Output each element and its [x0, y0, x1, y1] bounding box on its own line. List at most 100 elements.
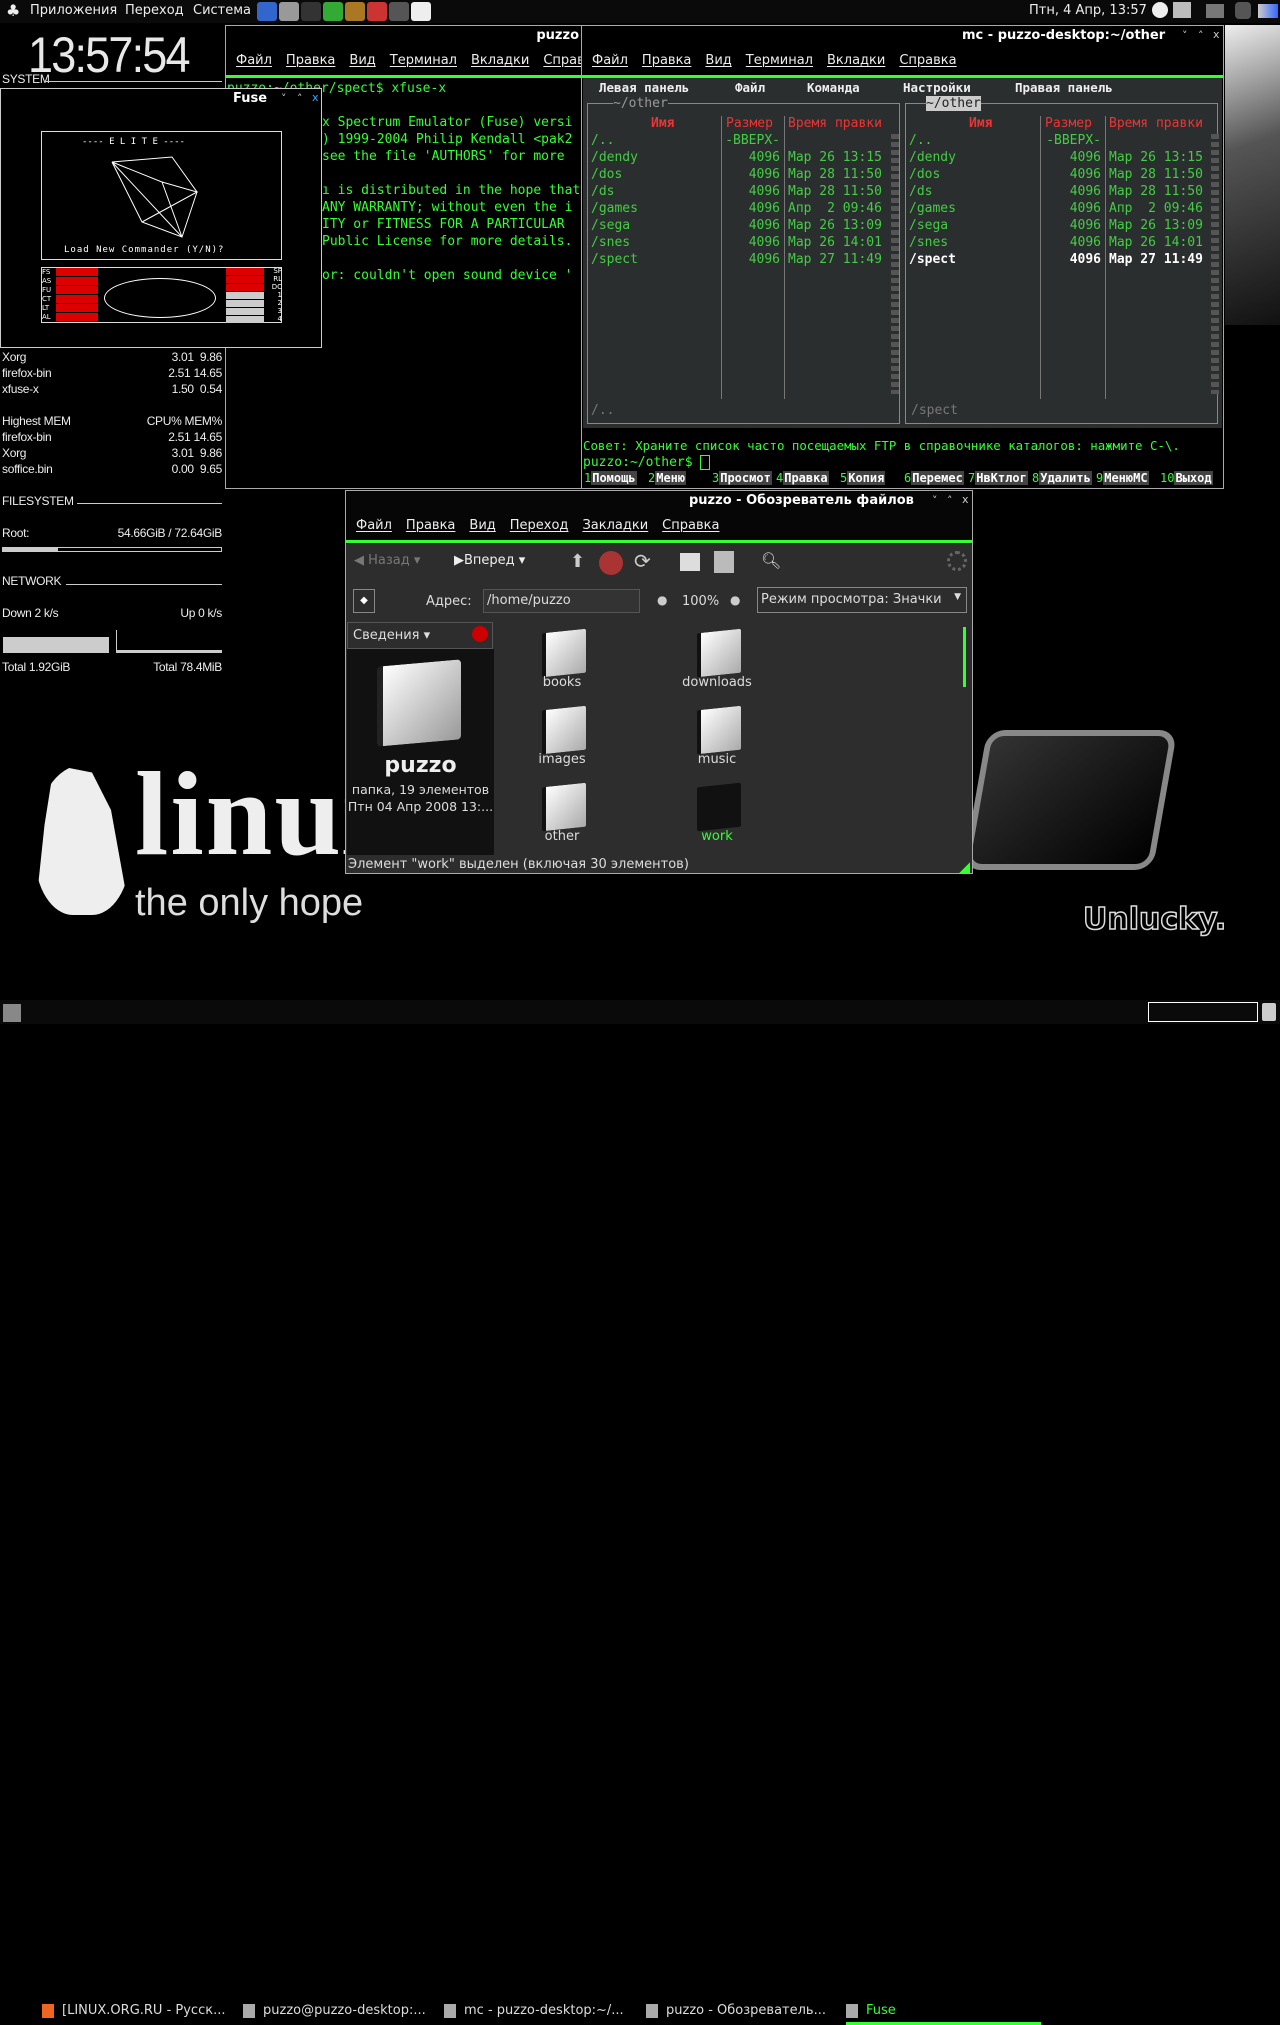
- close-sidebar-icon[interactable]: [472, 626, 488, 642]
- right-panel-row[interactable]: /dendy 4096 Мар 26 13:15: [909, 150, 1207, 167]
- search-icon[interactable]: 🔍︎: [761, 551, 781, 570]
- menu-item[interactable]: Вкладки: [827, 53, 885, 68]
- printer-icon[interactable]: [1206, 4, 1224, 18]
- mc-menu-item[interactable]: Файл: [735, 80, 765, 95]
- scrollbar[interactable]: [963, 627, 966, 687]
- taskbar-item[interactable]: Fuse: [846, 2003, 1041, 2025]
- fkey-меню[interactable]: 2Меню: [648, 471, 687, 485]
- up-icon[interactable]: ⬆: [570, 551, 585, 572]
- vmware-icon[interactable]: [389, 2, 409, 21]
- reload-icon[interactable]: ⟳: [634, 549, 651, 573]
- menu-item[interactable]: Правка: [286, 53, 335, 68]
- menu-applications[interactable]: Приложения: [30, 3, 117, 18]
- left-panel-row[interactable]: /snes 4096 Мар 26 14:01: [591, 235, 887, 252]
- close-button[interactable]: x: [1213, 28, 1220, 41]
- trash-icon[interactable]: [1262, 1003, 1276, 1021]
- right-panel-row[interactable]: /snes 4096 Мар 26 14:01: [909, 235, 1207, 252]
- taskbar-item[interactable]: puzzo@puzzo-desktop:...: [243, 2003, 438, 2025]
- menu-item[interactable]: Терминал: [746, 53, 813, 68]
- left-panel-path[interactable]: ~/other: [613, 96, 668, 111]
- address-input[interactable]: /home/puzzo: [483, 589, 640, 613]
- forward-button[interactable]: ▶Вперед ▾: [454, 553, 525, 568]
- fkey-просмот[interactable]: 3Просмот: [712, 471, 772, 485]
- fkey-менюмс[interactable]: 9МенюМС: [1096, 471, 1149, 485]
- left-panel-row[interactable]: /ds 4096 Мар 28 11:50: [591, 184, 887, 201]
- folder-item[interactable]: books: [512, 627, 612, 699]
- mc-menu-item[interactable]: Левая панель: [599, 80, 689, 95]
- sidebar-header[interactable]: Сведения ▾: [347, 622, 493, 649]
- menu-item[interactable]: Справка: [899, 53, 956, 68]
- fkey-нвктлог[interactable]: 7НвКтлог: [968, 471, 1028, 485]
- zoom-level[interactable]: 100%: [682, 594, 719, 609]
- zoom-in-icon[interactable]: ●: [730, 593, 740, 607]
- dosbox-icon[interactable]: [345, 2, 365, 21]
- column-header-time[interactable]: Время правки: [1109, 116, 1203, 131]
- panel-clock[interactable]: Птн, 4 Апр, 13:57: [1029, 3, 1147, 18]
- column-header-size[interactable]: Размер: [726, 116, 773, 131]
- menu-item[interactable]: Терминал: [390, 53, 457, 68]
- folder-item[interactable]: downloads: [667, 627, 767, 699]
- workspace-switcher[interactable]: [1148, 1002, 1258, 1022]
- maximize-button[interactable]: ˄: [1198, 29, 1204, 42]
- right-panel-row[interactable]: /sega 4096 Мар 26 13:09: [909, 218, 1207, 235]
- minimize-button[interactable]: ˅: [932, 494, 938, 507]
- column-header-size[interactable]: Размер: [1045, 116, 1092, 131]
- fkey-удалить[interactable]: 8Удалить: [1032, 471, 1092, 485]
- back-button[interactable]: ◀ Назад ▾: [354, 553, 420, 568]
- menu-item[interactable]: Файл: [356, 518, 392, 533]
- power-icon[interactable]: [1152, 2, 1168, 18]
- terminal-icon[interactable]: [301, 2, 321, 21]
- menu-item[interactable]: Правка: [642, 53, 691, 68]
- gimp-icon[interactable]: [279, 2, 299, 21]
- menu-item[interactable]: Переход: [510, 518, 569, 533]
- maximize-button[interactable]: ˄: [947, 494, 953, 507]
- left-panel-row[interactable]: /.. -ВВЕРХ-: [591, 133, 887, 150]
- column-header-name[interactable]: Имя: [651, 116, 674, 131]
- menu-item[interactable]: Вид: [469, 518, 495, 533]
- resize-grip[interactable]: [958, 861, 970, 873]
- zoom-out-icon[interactable]: ●: [657, 593, 667, 607]
- menu-item[interactable]: Вид: [349, 53, 375, 68]
- stop-icon[interactable]: [599, 551, 623, 575]
- mc-menu-item[interactable]: Команда: [807, 80, 860, 95]
- fkey-копия[interactable]: 5Копия: [840, 471, 886, 485]
- minimize-button[interactable]: ˅: [1182, 29, 1188, 42]
- taskbar-item[interactable]: mc - puzzo-desktop:~/...: [444, 2003, 639, 2025]
- fkey-правка[interactable]: 4Правка: [776, 471, 829, 485]
- computer-icon[interactable]: [714, 551, 734, 573]
- vim-icon[interactable]: [323, 2, 343, 21]
- menu-item[interactable]: Вид: [705, 53, 731, 68]
- view-mode-select[interactable]: Режим просмотра: Значки ▼: [757, 587, 967, 613]
- scrollbar[interactable]: [1211, 134, 1219, 394]
- right-panel-row[interactable]: /.. -ВВЕРХ-: [909, 133, 1207, 150]
- right-panel-row[interactable]: /games 4096 Апр 2 09:46: [909, 201, 1207, 218]
- left-panel-row[interactable]: /games 4096 Апр 2 09:46: [591, 201, 887, 218]
- left-panel-row[interactable]: /dos 4096 Мар 28 11:50: [591, 167, 887, 184]
- right-panel-row[interactable]: /spect 4096 Мар 27 11:49: [909, 252, 1207, 269]
- maximize-button[interactable]: ˄: [297, 92, 303, 105]
- home-icon[interactable]: [680, 553, 700, 571]
- fkey-помощь[interactable]: 1Помощь: [584, 471, 637, 485]
- menu-item[interactable]: Закладки: [582, 518, 648, 533]
- menu-item[interactable]: Правка: [406, 518, 455, 533]
- left-panel-row[interactable]: /dendy 4096 Мар 26 13:15: [591, 150, 887, 167]
- menu-item[interactable]: Файл: [236, 53, 272, 68]
- mc-menu-item[interactable]: Настройки: [903, 80, 971, 95]
- right-panel-path[interactable]: ~/other: [926, 96, 981, 111]
- folder-item[interactable]: images: [512, 704, 612, 776]
- menu-system[interactable]: Система: [193, 3, 251, 18]
- right-panel-row[interactable]: /dos 4096 Мар 28 11:50: [909, 167, 1207, 184]
- volume-icon[interactable]: [1258, 4, 1278, 18]
- taskbar-item[interactable]: [LINUX.ORG.RU - Русск...: [42, 2003, 237, 2025]
- fkey-выход[interactable]: 10Выход: [1160, 471, 1213, 485]
- show-desktop-icon[interactable]: [3, 1004, 21, 1022]
- column-header-name[interactable]: Имя: [969, 116, 992, 131]
- network-monitor-icon[interactable]: [1235, 2, 1251, 19]
- menu-item[interactable]: Справ: [543, 53, 584, 68]
- folder-item[interactable]: music: [667, 704, 767, 776]
- mc-prompt[interactable]: puzzo:~/other$: [583, 454, 711, 471]
- close-button[interactable]: x: [962, 493, 969, 506]
- column-header-time[interactable]: Время правки: [788, 116, 882, 131]
- left-panel-row[interactable]: /spect 4096 Мар 27 11:49: [591, 252, 887, 269]
- fkey-перемес[interactable]: 6Перемес: [904, 471, 964, 485]
